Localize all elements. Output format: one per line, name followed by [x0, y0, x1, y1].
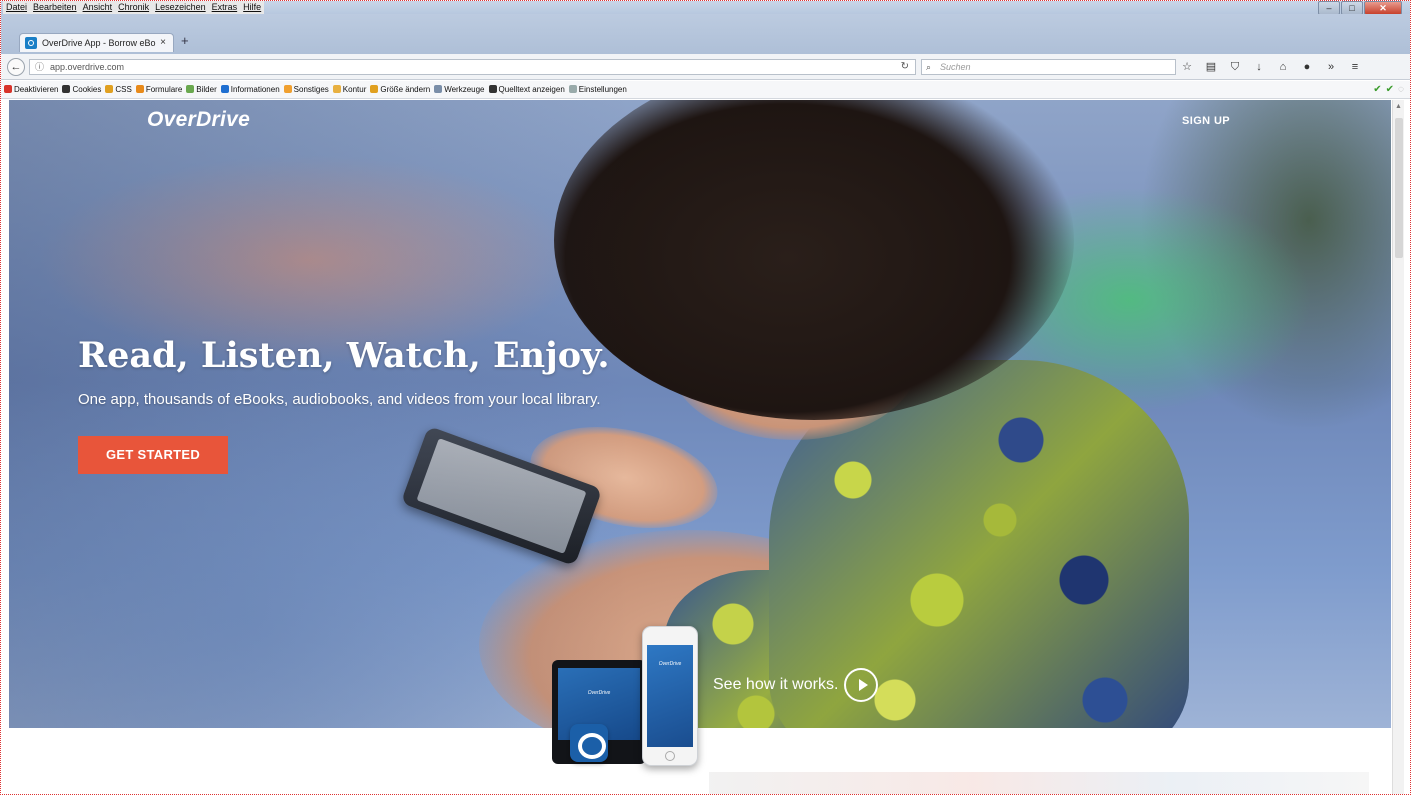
overflow-icon[interactable]: »: [1325, 59, 1337, 75]
overdrive-logo[interactable]: OverDrive: [147, 108, 250, 132]
download-icon[interactable]: ↓: [1253, 59, 1265, 75]
status-circle-icon[interactable]: ◌: [1398, 81, 1404, 99]
menu-hilfe[interactable]: Hilfe: [243, 1, 261, 14]
browser-window: Datei Bearbeiten Ansicht Chronik Lesezei…: [0, 0, 1411, 795]
devices-illustration: OverDrive OverDrive: [552, 626, 702, 776]
web-developer-toolbar: Deaktivieren Cookies CSS Formulare Bilde…: [1, 81, 1410, 99]
pocket-icon[interactable]: ⛉: [1229, 59, 1241, 75]
see-how-it-works-link[interactable]: See how it works.: [713, 668, 879, 702]
wd-informationen[interactable]: Informationen: [221, 81, 280, 99]
window-controls: – □ ✕: [1318, 1, 1402, 15]
search-placeholder: Suchen: [940, 62, 971, 72]
menu-chronik[interactable]: Chronik: [118, 1, 149, 14]
wd-css[interactable]: CSS: [105, 81, 131, 99]
overdrive-favicon-icon: [25, 37, 37, 49]
see-how-label: See how it works.: [713, 676, 839, 693]
toolbar-icons: ☆ ▤ ⛉ ↓ ⌂ ● » ≡: [1181, 59, 1361, 75]
clipboard-icon[interactable]: ▤: [1205, 59, 1217, 75]
close-window-button[interactable]: ✕: [1364, 1, 1402, 15]
menu-datei[interactable]: Datei: [6, 1, 27, 14]
wd-formulare[interactable]: Formulare: [136, 81, 182, 99]
tab-overdrive[interactable]: OverDrive App - Borrow eBo ×: [19, 33, 174, 52]
extension-icon[interactable]: ●: [1301, 59, 1313, 75]
menu-lesezeichen[interactable]: Lesezeichen: [155, 1, 206, 14]
overdrive-app-icon: [570, 724, 608, 762]
wd-deaktivieren[interactable]: Deaktivieren: [4, 81, 58, 99]
home-icon[interactable]: ⌂: [1277, 59, 1289, 75]
search-icon: ⌕: [926, 62, 932, 72]
menu-extras[interactable]: Extras: [212, 1, 238, 14]
scroll-up-icon[interactable]: ▲: [1395, 103, 1402, 110]
search-input[interactable]: ⌕ Suchen: [921, 59, 1176, 75]
minimize-button[interactable]: –: [1318, 1, 1340, 15]
lower-image-strip: [709, 772, 1369, 794]
web-developer-items: Deaktivieren Cookies CSS Formulare Bilde…: [4, 81, 627, 99]
menu-items: Datei Bearbeiten Ansicht Chronik Lesezei…: [3, 1, 265, 14]
page-content: OverDrive SIGN UP Read, Listen, Watch, E…: [9, 100, 1391, 794]
css-valid-check-icon[interactable]: ✔: [1373, 81, 1381, 99]
star-icon[interactable]: ☆: [1181, 59, 1193, 75]
url-bar[interactable]: ⓘ app.overdrive.com ↻: [29, 59, 916, 75]
wd-quelltext[interactable]: Quelltext anzeigen: [489, 81, 565, 99]
play-icon[interactable]: [844, 668, 879, 702]
tablet-logo-text: OverDrive: [587, 690, 611, 696]
phone-home-button: [665, 751, 675, 761]
wd-kontur[interactable]: Kontur: [333, 81, 367, 99]
tab-strip: OverDrive App - Borrow eBo × +: [1, 14, 1410, 54]
scrollbar-thumb[interactable]: [1395, 118, 1403, 258]
wd-bilder[interactable]: Bilder: [186, 81, 216, 99]
menu-ansicht[interactable]: Ansicht: [83, 1, 113, 14]
tab-title: OverDrive App - Borrow eBo: [42, 38, 156, 48]
reload-icon[interactable]: ↻: [901, 60, 909, 74]
hero-subheadline: One app, thousands of eBooks, audiobooks…: [78, 391, 601, 408]
url-text: app.overdrive.com: [50, 62, 125, 72]
navigation-bar: ← ⓘ app.overdrive.com ↻ ⌕ Suchen ☆ ▤ ⛉ ↓…: [1, 54, 1410, 80]
site-info-icon[interactable]: ⓘ: [35, 60, 44, 74]
sign-up-link[interactable]: SIGN UP: [1182, 115, 1230, 127]
back-button[interactable]: ←: [7, 58, 25, 76]
menu-bar: Datei Bearbeiten Ansicht Chronik Lesezei…: [1, 1, 1410, 15]
wd-werkzeuge[interactable]: Werkzeuge: [434, 81, 484, 99]
phone-logo-text: OverDrive: [658, 661, 682, 667]
wd-groesse-aendern[interactable]: Größe ändern: [370, 81, 430, 99]
new-tab-button[interactable]: +: [181, 34, 189, 48]
wd-einstellungen[interactable]: Einstellungen: [569, 81, 627, 99]
wd-cookies[interactable]: Cookies: [62, 81, 101, 99]
menu-icon[interactable]: ≡: [1349, 59, 1361, 75]
js-valid-check-icon[interactable]: ✔: [1386, 81, 1394, 99]
tab-close-icon[interactable]: ×: [160, 34, 166, 52]
hero-headline: Read, Listen, Watch, Enjoy.: [78, 335, 610, 376]
phone-illustration: OverDrive: [642, 626, 698, 766]
maximize-button[interactable]: □: [1341, 1, 1363, 15]
get-started-button[interactable]: GET STARTED: [78, 436, 228, 474]
vertical-scrollbar[interactable]: ▲: [1392, 100, 1404, 794]
wd-sonstiges[interactable]: Sonstiges: [284, 81, 329, 99]
validation-indicators: ✔ ✔ ◌: [1373, 81, 1404, 99]
menu-bearbeiten[interactable]: Bearbeiten: [33, 1, 77, 14]
